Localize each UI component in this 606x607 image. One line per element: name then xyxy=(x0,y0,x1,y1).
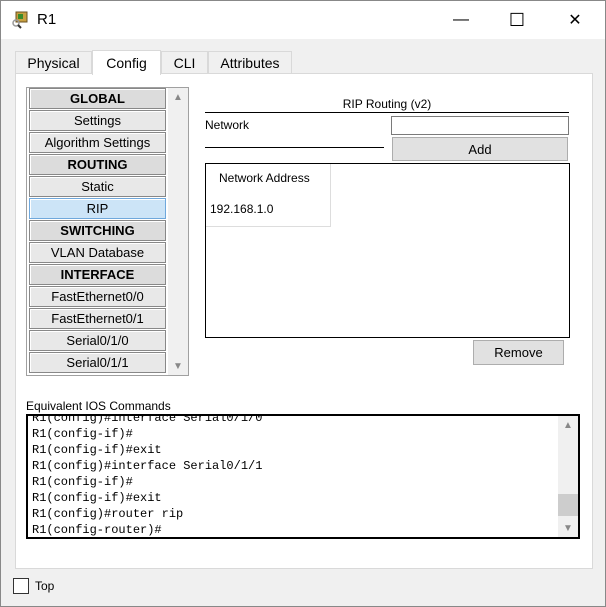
tab-cli[interactable]: CLI xyxy=(161,51,208,74)
console-scrollbar[interactable]: ▲ ▼ xyxy=(558,416,578,537)
tab-attributes[interactable]: Attributes xyxy=(208,51,292,74)
sidebar-item-serial0-1-1[interactable]: Serial0/1/1 xyxy=(29,352,166,373)
sidebar-item-fastethernet0-0[interactable]: FastEthernet0/0 xyxy=(29,286,166,307)
network-table: Network Address 192.168.1.0 xyxy=(205,163,570,338)
sidebar-item-static[interactable]: Static xyxy=(29,176,166,197)
ios-commands-label: Equivalent IOS Commands xyxy=(26,399,171,413)
ios-console[interactable]: R1(config)#interface Serial0/1/0 R1(confi… xyxy=(26,414,580,539)
add-button[interactable]: Add xyxy=(392,137,568,161)
rip-title: RIP Routing (v2) xyxy=(342,97,432,111)
close-button[interactable]: ✕ xyxy=(552,1,598,39)
console-line: R1(config-if)#exit xyxy=(32,491,162,505)
maximize-button[interactable]: ☐ xyxy=(494,1,540,39)
tab-config[interactable]: Config xyxy=(92,50,161,75)
minimize-button[interactable]: — xyxy=(438,1,484,39)
column-header: Network Address xyxy=(219,171,310,185)
divider xyxy=(205,147,384,148)
sidebar-item-global: GLOBAL xyxy=(29,88,166,109)
console-line: R1(config-if)# xyxy=(32,475,133,489)
divider xyxy=(205,112,569,113)
chevron-down-icon[interactable]: ▼ xyxy=(558,519,578,537)
sidebar-item-interface: INTERFACE xyxy=(29,264,166,285)
chevron-up-icon[interactable]: ▲ xyxy=(168,88,188,106)
top-label: Top xyxy=(35,579,55,593)
router-icon xyxy=(11,11,29,29)
chevron-down-icon[interactable]: ▼ xyxy=(168,357,188,375)
top-checkbox[interactable] xyxy=(13,578,29,594)
console-line: R1(config)#interface Serial0/1/0 xyxy=(32,414,263,425)
console-line: R1(config-router)# xyxy=(32,523,162,537)
console-line: R1(config)#interface Serial0/1/1 xyxy=(32,459,263,473)
title-bar: R1 — ☐ ✕ xyxy=(1,1,605,39)
network-input[interactable] xyxy=(391,116,569,135)
sidebar-scrollbar[interactable]: ▲ ▼ xyxy=(168,88,188,375)
sidebar-item-serial0-1-0[interactable]: Serial0/1/0 xyxy=(29,330,166,351)
remove-button[interactable]: Remove xyxy=(473,340,564,365)
console-line: R1(config)#router rip xyxy=(32,507,184,521)
chevron-up-icon[interactable]: ▲ xyxy=(558,416,578,434)
network-label: Network xyxy=(205,118,250,132)
sidebar-item-routing: ROUTING xyxy=(29,154,166,175)
sidebar-item-vlan-database[interactable]: VLAN Database xyxy=(29,242,166,263)
scroll-thumb[interactable] xyxy=(558,494,578,516)
sidebar-item-fastethernet0-1[interactable]: FastEthernet0/1 xyxy=(29,308,166,329)
console-line: R1(config-if)#exit xyxy=(32,443,162,457)
sidebar-item-switching: SWITCHING xyxy=(29,220,166,241)
tab-physical[interactable]: Physical xyxy=(15,51,92,74)
sidebar-item-rip[interactable]: RIP xyxy=(29,198,166,219)
sidebar-item-settings[interactable]: Settings xyxy=(29,110,166,131)
table-row[interactable]: 192.168.1.0 xyxy=(210,202,273,216)
window-title: R1 xyxy=(37,11,57,28)
sidebar-item-algorithm-settings[interactable]: Algorithm Settings xyxy=(29,132,166,153)
console-line: R1(config-if)# xyxy=(32,427,133,441)
